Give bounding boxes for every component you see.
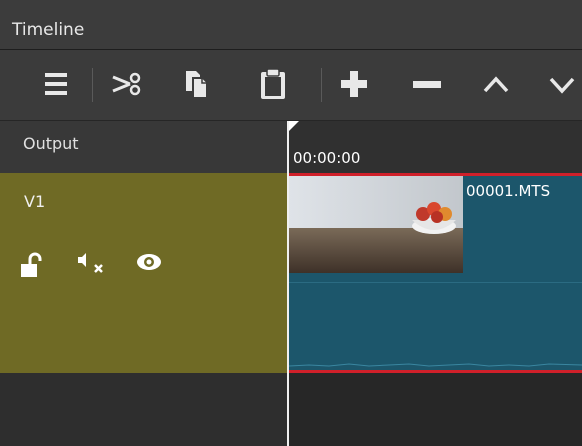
mute-audio-icon[interactable]: [75, 251, 107, 279]
track-list-header: Output: [0, 121, 287, 173]
panel-title: Timeline: [12, 20, 85, 40]
toolbar-separator: [321, 68, 322, 102]
plus-icon[interactable]: [337, 67, 371, 101]
timecode-label: 00:00:00: [293, 149, 361, 167]
clip-thumbnail: [289, 176, 463, 273]
clipboard-icon[interactable]: [256, 67, 290, 101]
scissors-icon[interactable]: [110, 67, 144, 101]
eye-icon[interactable]: [135, 251, 165, 279]
empty-lane-area: [287, 373, 582, 446]
timeline-toolbar: [0, 50, 582, 121]
track-header-v1[interactable]: V1: [0, 173, 287, 373]
timeline-titlebar: Timeline: [0, 0, 582, 50]
track-lane-v1[interactable]: 00001.MTS: [287, 173, 582, 373]
copy-icon[interactable]: [180, 67, 214, 101]
playhead-line[interactable]: [287, 121, 289, 446]
clip-divider: [289, 282, 582, 283]
hamburger-menu-icon[interactable]: [40, 67, 74, 101]
chevron-up-icon[interactable]: [479, 67, 513, 101]
output-label: Output: [23, 134, 79, 153]
clip-name: 00001.MTS: [464, 182, 553, 200]
chevron-down-icon[interactable]: [545, 67, 579, 101]
minus-icon[interactable]: [410, 67, 444, 101]
time-ruler[interactable]: 00:00:00: [287, 121, 582, 173]
empty-track-area: [0, 373, 287, 446]
clip[interactable]: 00001.MTS: [289, 173, 582, 373]
toolbar-separator: [92, 68, 93, 102]
unlock-icon[interactable]: [20, 251, 46, 279]
track-name: V1: [24, 192, 46, 211]
audio-waveform: [289, 363, 582, 367]
